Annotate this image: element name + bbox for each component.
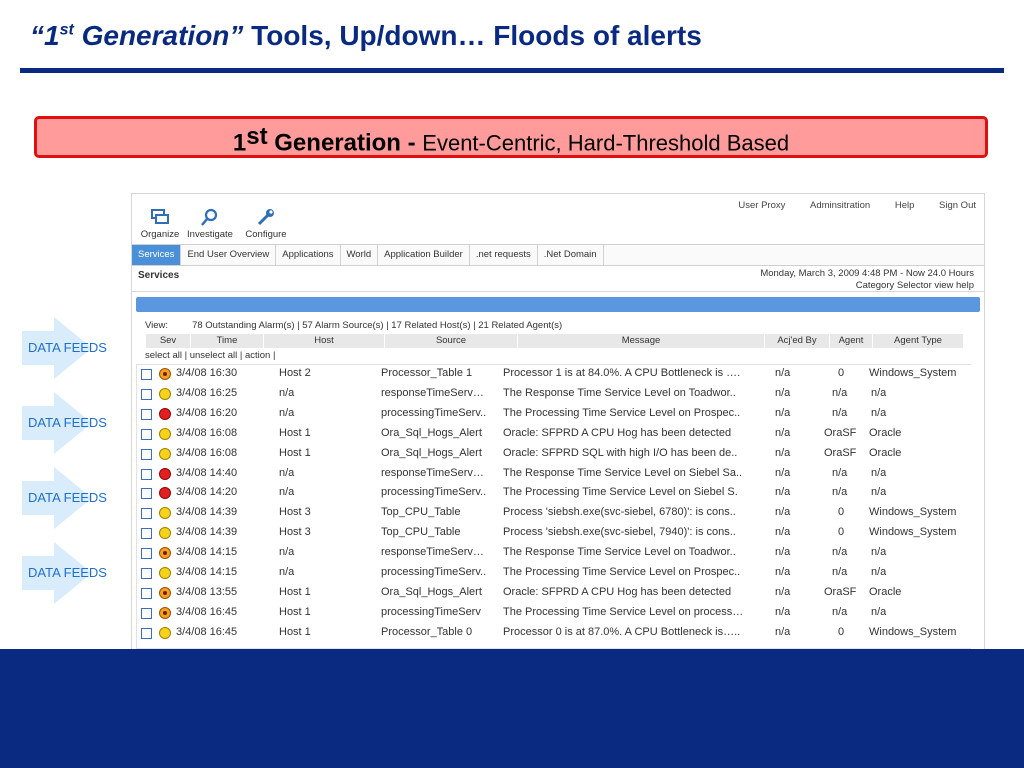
col-acked-by[interactable]: Acj'ed By [765,334,830,348]
title-quote: “1 [30,20,60,51]
banner-bold-number: 1 [232,129,247,157]
col-message[interactable]: Message [518,334,765,348]
magnifier-icon [201,208,218,226]
title-rest: Tools, Up/down… Floods of alerts [243,20,702,51]
tab-services[interactable]: Services [132,245,182,265]
wrench-icon [257,209,274,226]
view-summary: View: 78 Outstanding Alarm(s) | 57 Alarm … [145,320,562,331]
panel-header-bar [136,297,980,312]
data-feed-arrow: DATA FEEDS [22,317,107,379]
sign-out-link[interactable]: Sign Out [939,200,976,211]
tab-net-domain[interactable]: .Net Domain [538,245,604,265]
view-label: View: [145,320,169,331]
organize-icon [151,209,169,224]
help-link[interactable]: Help [895,200,915,211]
title-underline [20,68,1004,73]
tab-end-user-overview[interactable]: End User Overview [181,245,277,265]
configure-button[interactable]: Configure [242,208,290,240]
banner-superscript: st [246,123,268,150]
col-source[interactable]: Source [385,334,518,348]
data-feed-arrow: DATA FEEDS [22,542,107,604]
banner-bold-rest: Generation - [267,129,423,157]
footer-band [0,649,1024,768]
investigate-label: Investigate [187,229,233,240]
time-range-info: Monday, March 3, 2009 4:48 PM - Now 24.0… [760,268,974,292]
col-agent[interactable]: Agent [830,334,873,348]
col-sev[interactable]: Sev [146,334,191,348]
col-agent-type[interactable]: Agent Type [873,334,964,348]
data-feed-arrow: DATA FEEDS [22,467,107,529]
alarm-summary: 78 Outstanding Alarm(s) | 57 Alarm Sourc… [192,320,563,331]
user-proxy-link[interactable]: User Proxy [738,200,785,211]
title-italic-part: Generation” [73,20,244,51]
slide-title: “1st Generation” Tools, Up/down… Floods … [30,20,702,52]
tab-net-requests[interactable]: .net requests [470,245,538,265]
data-feed-label: DATA FEEDS [28,565,107,580]
tab-bar: Services End User Overview Applications … [132,244,984,266]
selection-actions[interactable]: select all | unselect all | action | [145,350,275,361]
tab-applications[interactable]: Applications [276,245,341,265]
banner-description: Event-Centric, Hard-Threshold Based [422,130,790,156]
col-time[interactable]: Time [191,334,264,348]
organize-button[interactable]: Organize [136,208,184,240]
data-feed-label: DATA FEEDS [28,415,107,430]
organize-label: Organize [140,229,180,240]
divider [132,291,984,292]
title-superscript: st [59,21,74,39]
date-line: Monday, March 3, 2009 4:48 PM - Now 24.0… [760,268,974,279]
investigate-button[interactable]: Investigate [186,208,234,240]
data-feed-label: DATA FEEDS [28,490,107,505]
tab-world[interactable]: World [341,245,379,265]
configure-label: Configure [245,229,287,240]
data-feed-label: DATA FEEDS [28,340,107,355]
table-frame [136,364,971,649]
tab-application-builder[interactable]: Application Builder [378,245,470,265]
col-host[interactable]: Host [264,334,385,348]
data-feed-arrow: DATA FEEDS [22,392,107,454]
administration-link[interactable]: Adminsitration [810,200,870,211]
top-navigation: User Proxy Adminsitration Help Sign Out [716,200,976,211]
generation-banner: 1st Generation - Event-Centric, Hard-Thr… [34,116,988,158]
section-title: Services [138,270,180,281]
